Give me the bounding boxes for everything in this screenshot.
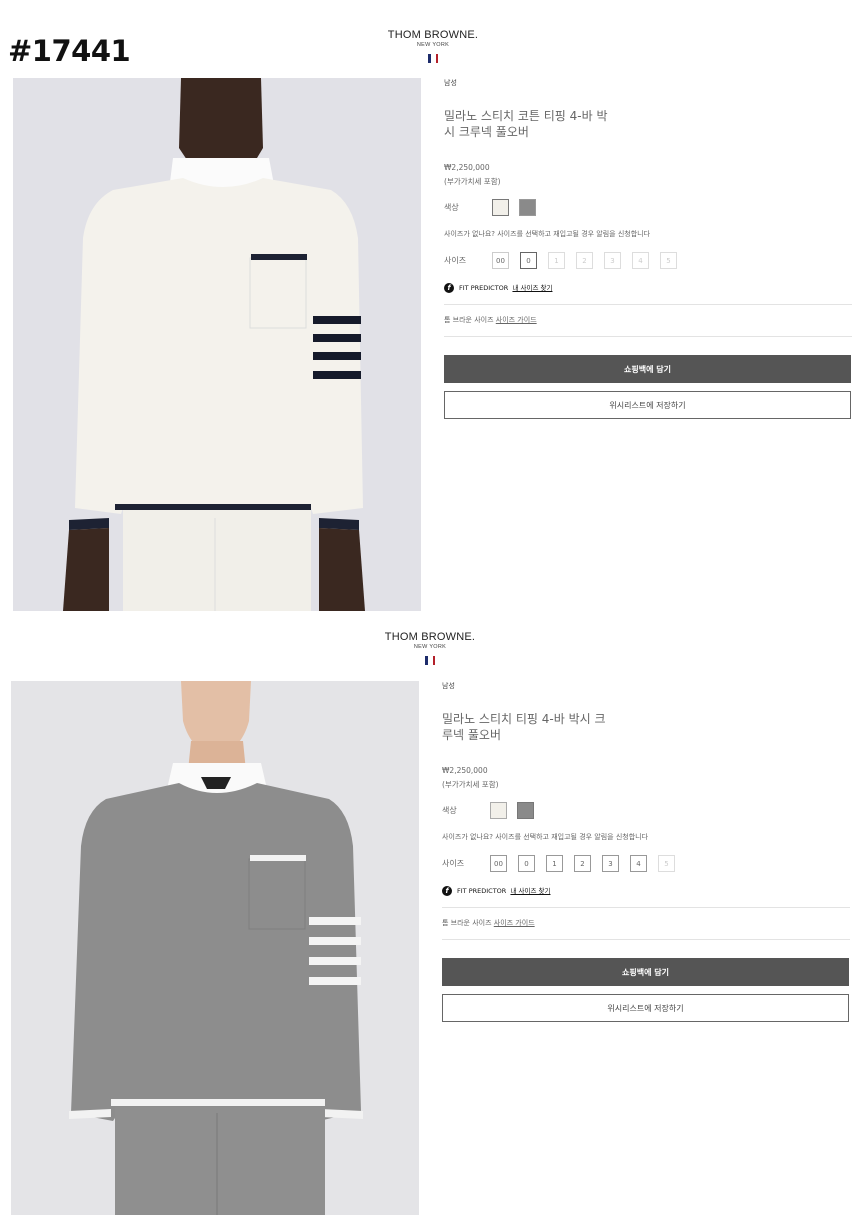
product-info: 남성 밀라노 스티치 코튼 티핑 4-바 박시 크루넥 풀오버 ₩2,250,0… — [444, 78, 854, 419]
brand-name: THOM BROWNE. — [387, 29, 479, 41]
size-guide-row: 톰 브라운 사이즈 사이즈 가이드 — [444, 315, 854, 325]
product-image[interactable] — [13, 78, 421, 611]
add-to-bag-button[interactable]: 쇼핑백에 담기 — [444, 355, 851, 383]
product-price: ₩2,250,000 — [444, 163, 490, 172]
vat-note: (부가가치세 포함) — [442, 780, 499, 789]
product-info: 남성 밀라노 스티치 티핑 4-바 박시 크루넥 풀오버 ₩2,250,000 … — [442, 681, 852, 1022]
wishlist-button[interactable]: 위시리스트에 저장하기 — [444, 391, 851, 419]
size-option-4[interactable]: 4 — [630, 855, 647, 872]
size-option-0[interactable]: 0 — [518, 855, 535, 872]
size-option-2[interactable]: 2 — [574, 855, 591, 872]
product-title: 밀라노 스티치 티핑 4-바 박시 크루넥 풀오버 — [442, 712, 606, 742]
size-option-1[interactable]: 1 — [546, 855, 563, 872]
size-option-3[interactable]: 3 — [604, 252, 621, 269]
size-label: 사이즈 — [444, 256, 467, 265]
size-option-1[interactable]: 1 — [548, 252, 565, 269]
color-label: 색상 — [444, 203, 459, 212]
product-price: ₩2,250,000 — [442, 766, 488, 775]
color-swatch-grey[interactable] — [519, 199, 536, 216]
add-to-bag-button[interactable]: 쇼핑백에 담기 — [442, 958, 849, 986]
size-option-0[interactable]: 0 — [520, 252, 537, 269]
size-guide-prefix: 톰 브라운 사이즈 — [442, 919, 492, 927]
size-guide-link[interactable]: 사이즈 가이드 — [496, 316, 537, 324]
size-option-00[interactable]: 00 — [492, 252, 509, 269]
fit-predictor[interactable]: f FIT PREDICTOR 내 사이즈 찾기 — [444, 282, 854, 293]
restock-note: 사이즈가 없나요? 사이즈를 선택하고 재입고될 경우 알림을 신청합니다 — [444, 230, 651, 238]
brand-name: THOM BROWNE. — [384, 631, 476, 643]
model-grey-sweater-image — [11, 681, 419, 1215]
brand-city: NEW YORK — [413, 644, 447, 650]
color-label: 색상 — [442, 806, 457, 815]
vat-note: (부가가치세 포함) — [444, 177, 501, 186]
fit-predictor-icon: f — [442, 886, 452, 896]
wishlist-button[interactable]: 위시리스트에 저장하기 — [442, 994, 849, 1022]
size-option-5[interactable]: 5 — [660, 252, 677, 269]
product-image[interactable] — [11, 681, 419, 1215]
category-label: 남성 — [442, 682, 455, 690]
restock-note: 사이즈가 없나요? 사이즈를 선택하고 재입고될 경우 알림을 신청합니다 — [442, 833, 649, 841]
brand-city: NEW YORK — [416, 42, 450, 48]
color-swatch-grey[interactable] — [517, 802, 534, 819]
tricolor-flag-icon — [425, 656, 435, 665]
fit-predictor-label: FIT PREDICTOR — [459, 284, 509, 292]
sweater-body — [71, 783, 361, 1121]
fit-predictor[interactable]: f FIT PREDICTOR 내 사이즈 찾기 — [442, 885, 852, 896]
size-option-00[interactable]: 00 — [490, 855, 507, 872]
color-swatch-white[interactable] — [490, 802, 507, 819]
find-my-size-link[interactable]: 내 사이즈 찾기 — [512, 284, 552, 292]
product-title: 밀라노 스티치 코튼 티핑 4-바 박시 크루넥 풀오버 — [444, 109, 608, 139]
fit-predictor-icon: f — [444, 283, 454, 293]
sweater-body — [75, 178, 363, 514]
model-white-sweater-image — [13, 78, 421, 611]
listing-code: #17441 — [8, 34, 131, 68]
brand-logo[interactable]: THOM BROWNE. NEW YORK — [360, 631, 500, 665]
divider — [444, 304, 852, 305]
size-guide-row: 톰 브라운 사이즈 사이즈 가이드 — [442, 918, 852, 928]
category-label: 남성 — [444, 79, 457, 87]
size-option-4[interactable]: 4 — [632, 252, 649, 269]
divider — [442, 939, 850, 940]
size-option-2[interactable]: 2 — [576, 252, 593, 269]
size-guide-link[interactable]: 사이즈 가이드 — [494, 919, 535, 927]
size-option-5[interactable]: 5 — [658, 855, 675, 872]
brand-logo[interactable]: THOM BROWNE. NEW YORK — [363, 29, 503, 63]
divider — [444, 336, 852, 337]
tricolor-flag-icon — [428, 54, 438, 63]
divider — [442, 907, 850, 908]
color-swatch-white[interactable] — [492, 199, 509, 216]
find-my-size-link[interactable]: 내 사이즈 찾기 — [510, 887, 550, 895]
size-label: 사이즈 — [442, 859, 465, 868]
size-option-3[interactable]: 3 — [602, 855, 619, 872]
fit-predictor-label: FIT PREDICTOR — [457, 887, 507, 895]
size-guide-prefix: 톰 브라운 사이즈 — [444, 316, 494, 324]
